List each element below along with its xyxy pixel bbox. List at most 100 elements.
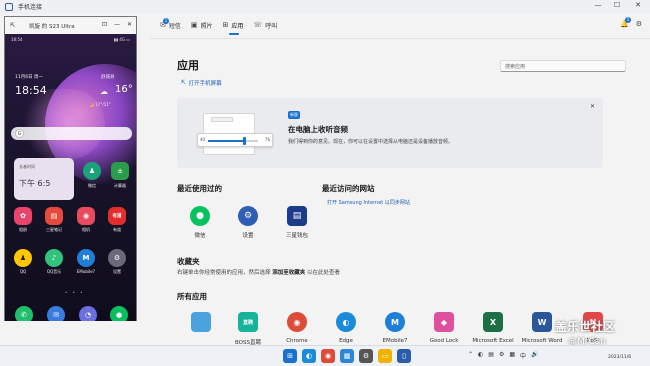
word-icon: W xyxy=(532,312,552,332)
tab-label: 短信 xyxy=(168,22,181,30)
phone-search-bar[interactable]: G xyxy=(11,127,132,140)
phone-app-label: 微信 xyxy=(88,183,96,188)
pin-icon[interactable]: ⇱ xyxy=(10,22,15,29)
phone-link-taskbar-icon[interactable]: ▯ xyxy=(397,349,411,363)
settings-taskbar-icon[interactable]: ⚙ xyxy=(359,349,373,363)
qq-music-icon[interactable]: ♪ xyxy=(45,249,63,267)
messages-icon[interactable]: ✉ xyxy=(47,306,65,321)
phone-icon: ☏ xyxy=(253,21,263,29)
phone-app-label: 三星笔记 xyxy=(46,227,62,232)
favorites-hint: 右键单击你经常使用的应用，然后选择 添加至收藏夹 以在此处查看 xyxy=(177,268,340,276)
app-tile-chrome[interactable]: ◉ Chrome xyxy=(273,312,321,344)
tray-app-icon[interactable]: ▦ xyxy=(509,351,515,360)
tab-apps[interactable]: ⊞ 应用 xyxy=(223,21,244,30)
tray-chevron-icon[interactable]: ⌃ xyxy=(468,351,473,360)
gallery-icon[interactable]: ✿ xyxy=(14,207,32,225)
recent-websites-title: 最近访问的网站 xyxy=(322,184,375,193)
favorites-hint-before: 右键单击你经常使用的应用，然后选择 xyxy=(177,270,273,276)
browser-icon[interactable]: ◔ xyxy=(79,306,97,321)
wallet-icon: ▤ xyxy=(287,206,307,226)
volume-icon[interactable]: 🔊 xyxy=(531,351,538,360)
youdao-icon[interactable]: 有道 xyxy=(108,207,126,225)
start-icon[interactable]: ⊞ xyxy=(283,349,297,363)
qq-icon[interactable]: ♟ xyxy=(14,249,32,267)
elder-clock-widget[interactable]: 长者时间 下午 6:5 xyxy=(14,158,74,200)
recent-app-samsung-wallet[interactable]: ▤ 三星钱包 xyxy=(277,206,317,239)
weather-temp[interactable]: 16° xyxy=(115,84,133,95)
tab-messages[interactable]: ✉ 1 短信 xyxy=(160,17,181,30)
tab-label: 应用 xyxy=(231,22,244,30)
active-tab-indicator xyxy=(229,33,239,35)
tray-app-icon[interactable]: ◐ xyxy=(478,351,483,360)
maximize-button[interactable]: ☐ xyxy=(611,1,623,9)
tray-app-icon[interactable]: ⚙ xyxy=(499,351,504,360)
slider-knob xyxy=(242,137,246,145)
close-button[interactable]: ✕ xyxy=(632,1,644,9)
banner-description: 我们得到你的意见。现在，你可以在设置中选择从电脑还是设备播放音频。 xyxy=(288,139,454,145)
watermark-text: 盖乐世社区 xyxy=(555,320,616,334)
chrome-taskbar-icon[interactable]: ◉ xyxy=(321,349,335,363)
slider-min-label: 40 xyxy=(200,137,206,142)
app-tile[interactable] xyxy=(177,312,225,338)
taskbar-date[interactable]: 2023/11/6 xyxy=(608,355,631,360)
open-phone-screen-link[interactable]: ⇱ 打开手机屏幕 xyxy=(181,79,222,87)
always-on-top-icon[interactable]: ⊡ xyxy=(102,21,107,28)
good-lock-icon: ◆ xyxy=(434,312,454,332)
slider-fill xyxy=(208,140,244,142)
search-apps-input[interactable]: 搜索应用 xyxy=(500,60,626,72)
app-label: 微信 xyxy=(194,233,206,239)
weather-range: 🌙 17°/11° xyxy=(89,102,111,107)
phone-app-label: 相机 xyxy=(82,227,90,232)
tab-calls[interactable]: ☏ 呼叫 xyxy=(253,21,277,30)
phone-link-app-icon xyxy=(5,3,13,11)
recent-apps-title: 最近使用过的 xyxy=(177,184,222,193)
unnamed-app-icon xyxy=(191,312,211,332)
notes-icon[interactable]: ▤ xyxy=(45,207,63,225)
wechat-dock-icon[interactable]: ● xyxy=(110,306,128,321)
settings-gear-icon[interactable]: ⚙ xyxy=(636,20,642,28)
boss-app-icon: 直聘 xyxy=(238,312,258,332)
minimize-button[interactable]: — xyxy=(592,1,604,9)
header-actions: 🔔 5 ⚙ xyxy=(620,17,642,28)
header-divider xyxy=(150,38,650,39)
phone-dialer-icon[interactable]: ✆ xyxy=(15,306,33,321)
calculator-icon[interactable]: ± xyxy=(111,162,129,180)
tray-app-icon[interactable]: ▤ xyxy=(488,351,494,360)
message-badge: 1 xyxy=(163,17,169,24)
wechat-widget-icon[interactable]: ♟ xyxy=(83,162,101,180)
recent-app-wechat[interactable]: ● 微信 xyxy=(180,206,220,239)
app-label: Good Lock xyxy=(429,338,459,344)
camera-icon[interactable]: ◉ xyxy=(77,207,95,225)
app-label: Chrome xyxy=(286,338,308,344)
google-icon: G xyxy=(15,129,24,138)
cloud-icon: ☁ xyxy=(100,87,108,96)
ime-indicator[interactable]: 中 xyxy=(520,351,526,360)
apps-grid-icon: ⊞ xyxy=(222,21,229,29)
phone-app-label: 计算器 xyxy=(114,183,126,188)
phone-clock[interactable]: 18:54 xyxy=(15,84,47,97)
app-label: EMobile7 xyxy=(382,338,408,344)
open-samsung-internet-link[interactable]: 打开 Samsung Internet 以同步网站 xyxy=(327,199,410,206)
phone-app-label: QQ音乐 xyxy=(46,269,62,274)
emobile-phone-icon[interactable]: M xyxy=(77,249,95,267)
banner-close-icon[interactable]: ✕ xyxy=(590,103,595,110)
phone-settings-icon[interactable]: ⚙ xyxy=(108,249,126,267)
phone-minimize-icon[interactable]: — xyxy=(114,21,120,28)
phone-close-icon[interactable]: ✕ xyxy=(127,21,132,28)
app-tile-excel[interactable]: X Microsoft Excel xyxy=(469,312,517,344)
phone-screen-window[interactable]: ⇱ 凯旋 的 S23 Ultra ⊡ — ✕ 18:54 ▮▮ 4G ▭ 11月… xyxy=(4,16,137,321)
phone-screen[interactable]: 18:54 ▮▮ 4G ▭ 11月6日 周一 18:54 舒城县 ☁ 16° 🌙… xyxy=(5,34,136,321)
app-tile-emobile[interactable]: M EMobile7 xyxy=(371,312,419,344)
tab-label: 照片 xyxy=(200,22,213,30)
edge-taskbar-icon[interactable]: ◐ xyxy=(302,349,316,363)
store-icon[interactable]: ▦ xyxy=(340,349,354,363)
app-tile-good-lock[interactable]: ◆ Good Lock xyxy=(420,312,468,344)
notifications-button[interactable]: 🔔 5 xyxy=(620,17,631,28)
app-tile-edge[interactable]: ◐ Edge xyxy=(322,312,370,344)
app-tile-boss[interactable]: 直聘 BOSS直聘 xyxy=(224,312,272,346)
tab-photos[interactable]: ▣ 照片 xyxy=(191,21,213,30)
phone-window-title-bar[interactable]: ⇱ 凯旋 的 S23 Ultra ⊡ — ✕ xyxy=(5,17,136,34)
recent-app-settings[interactable]: ⚙ 设置 xyxy=(228,206,268,239)
file-explorer-icon[interactable]: ▭ xyxy=(378,349,392,363)
illustration-slider-card: 40 76 xyxy=(197,133,273,147)
